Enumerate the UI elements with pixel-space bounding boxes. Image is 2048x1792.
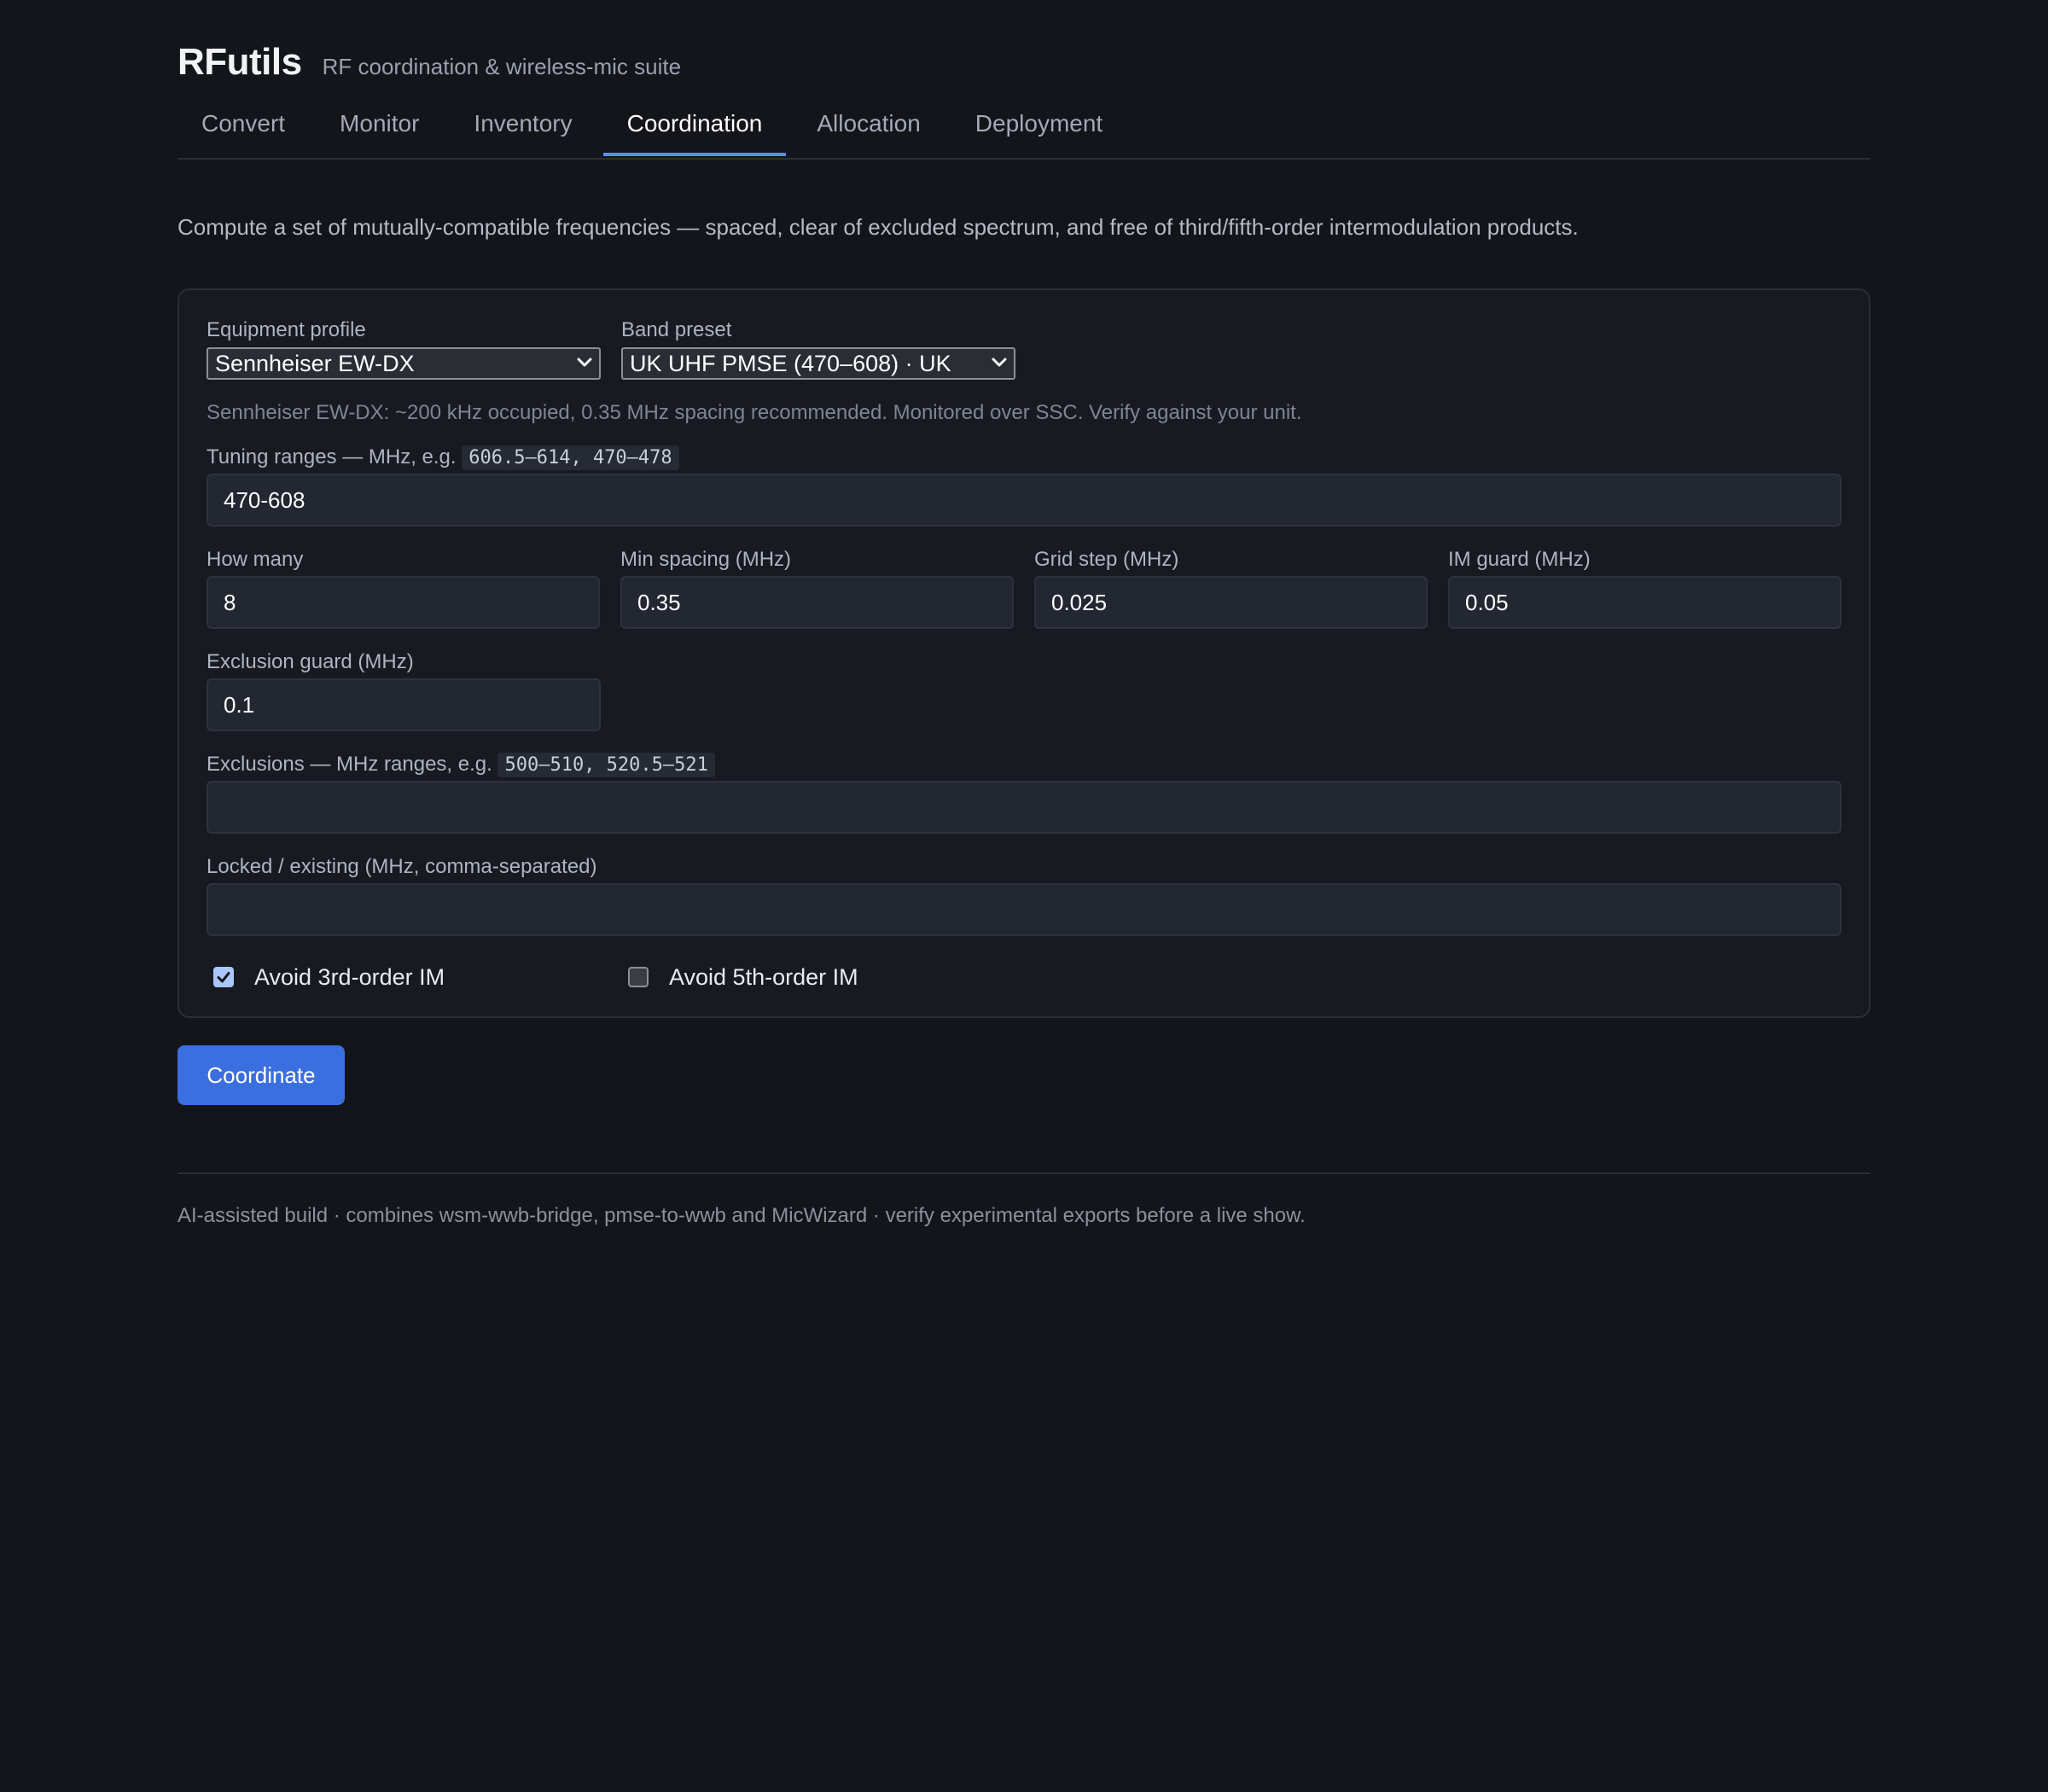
band-preset-group: Band preset UK UHF PMSE (470–608) · UK xyxy=(621,317,1015,380)
avoid-5th-order-option[interactable]: Avoid 5th-order IM xyxy=(621,964,1036,991)
tab-inventory[interactable]: Inventory xyxy=(450,103,596,156)
locked-input[interactable] xyxy=(207,883,1841,936)
grid-step-group: Grid step (MHz) 0.025 xyxy=(1034,547,1428,629)
grid-step-input[interactable]: 0.025 xyxy=(1034,576,1428,629)
avoid-3rd-order-checkbox[interactable] xyxy=(213,967,234,987)
exclusion-guard-label: Exclusion guard (MHz) xyxy=(207,650,414,673)
how-many-group: How many 8 xyxy=(207,547,600,629)
exclusions-group: Exclusions — MHz ranges, e.g. 500–510, 5… xyxy=(207,752,1841,834)
checkmark-icon xyxy=(217,972,230,983)
equipment-profile-select[interactable]: Sennheiser EW-DX xyxy=(207,347,601,380)
tab-monitor[interactable]: Monitor xyxy=(316,103,443,156)
band-preset-label: Band preset xyxy=(621,318,732,341)
tab-bar: Convert Monitor Inventory Coordination A… xyxy=(177,103,1871,160)
exclusions-example: 500–510, 520.5–521 xyxy=(497,753,715,777)
coordinate-button[interactable]: Coordinate xyxy=(177,1045,345,1105)
tab-convert[interactable]: Convert xyxy=(177,103,309,156)
footer-note: AI-assisted build · combines wsm-wwb-bri… xyxy=(177,1204,1306,1227)
footer-divider xyxy=(177,1172,1871,1174)
exclusion-guard-group: Exclusion guard (MHz) 0.1 xyxy=(207,649,601,731)
exclusions-label-text: Exclusions — MHz ranges, e.g. xyxy=(207,753,492,776)
profile-hint: Sennheiser EW-DX: ~200 kHz occupied, 0.3… xyxy=(207,401,1302,424)
im-guard-label: IM guard (MHz) xyxy=(1448,548,1591,571)
chevron-down-icon xyxy=(577,358,592,367)
app-header: RFutils RF coordination & wireless-mic s… xyxy=(177,0,1871,85)
im-guard-input[interactable]: 0.05 xyxy=(1448,576,1841,629)
tuning-ranges-group: Tuning ranges — MHz, e.g. 606.5–614, 470… xyxy=(207,445,1841,527)
band-preset-value: UK UHF PMSE (470–608) · UK xyxy=(621,347,1015,380)
app-title: RFutils xyxy=(177,41,302,83)
tab-allocation[interactable]: Allocation xyxy=(793,103,944,156)
chevron-down-icon xyxy=(992,358,1007,367)
band-preset-select[interactable]: UK UHF PMSE (470–608) · UK xyxy=(621,347,1015,380)
avoid-3rd-order-option[interactable]: Avoid 3rd-order IM xyxy=(207,964,621,991)
app-subtitle: RF coordination & wireless-mic suite xyxy=(322,54,682,79)
tuning-ranges-input[interactable]: 470-608 xyxy=(207,474,1841,527)
locked-label: Locked / existing (MHz, comma-separated) xyxy=(207,855,597,878)
avoid-5th-order-label: Avoid 5th-order IM xyxy=(669,963,858,990)
equipment-profile-value: Sennheiser EW-DX xyxy=(207,347,601,380)
how-many-input[interactable]: 8 xyxy=(207,576,600,629)
tuning-ranges-label-text: Tuning ranges — MHz, e.g. xyxy=(207,445,457,468)
preset-row: Equipment profile Sennheiser EW-DX Band … xyxy=(207,317,1841,380)
how-many-label: How many xyxy=(207,548,304,571)
min-spacing-label: Min spacing (MHz) xyxy=(620,548,792,571)
im-options-row: Avoid 3rd-order IM Avoid 5th-order IM xyxy=(207,962,1841,992)
grid-step-label: Grid step (MHz) xyxy=(1034,548,1179,571)
exclusions-label: Exclusions — MHz ranges, e.g. 500–510, 5… xyxy=(207,752,1841,777)
coordination-form-card: Equipment profile Sennheiser EW-DX Band … xyxy=(177,288,1871,1018)
exclusions-input[interactable] xyxy=(207,781,1841,834)
tab-deployment[interactable]: Deployment xyxy=(951,103,1126,156)
equipment-profile-label: Equipment profile xyxy=(207,318,366,341)
avoid-5th-order-checkbox[interactable] xyxy=(628,967,649,987)
parameters-row: How many 8 Min spacing (MHz) 0.35 Grid s… xyxy=(207,547,1841,629)
im-guard-group: IM guard (MHz) 0.05 xyxy=(1448,547,1841,629)
exclusion-guard-input[interactable]: 0.1 xyxy=(207,678,601,731)
locked-group: Locked / existing (MHz, comma-separated) xyxy=(207,854,1841,936)
min-spacing-input[interactable]: 0.35 xyxy=(620,576,1014,629)
min-spacing-group: Min spacing (MHz) 0.35 xyxy=(620,547,1014,629)
avoid-3rd-order-label: Avoid 3rd-order IM xyxy=(254,963,445,990)
tuning-ranges-label: Tuning ranges — MHz, e.g. 606.5–614, 470… xyxy=(207,445,1841,470)
page: RFutils RF coordination & wireless-mic s… xyxy=(177,0,1871,1229)
page-description: Compute a set of mutually-compatible fre… xyxy=(177,214,1579,240)
tuning-ranges-example: 606.5–614, 470–478 xyxy=(462,445,679,470)
tab-coordination[interactable]: Coordination xyxy=(602,103,787,156)
equipment-profile-group: Equipment profile Sennheiser EW-DX xyxy=(207,317,601,380)
